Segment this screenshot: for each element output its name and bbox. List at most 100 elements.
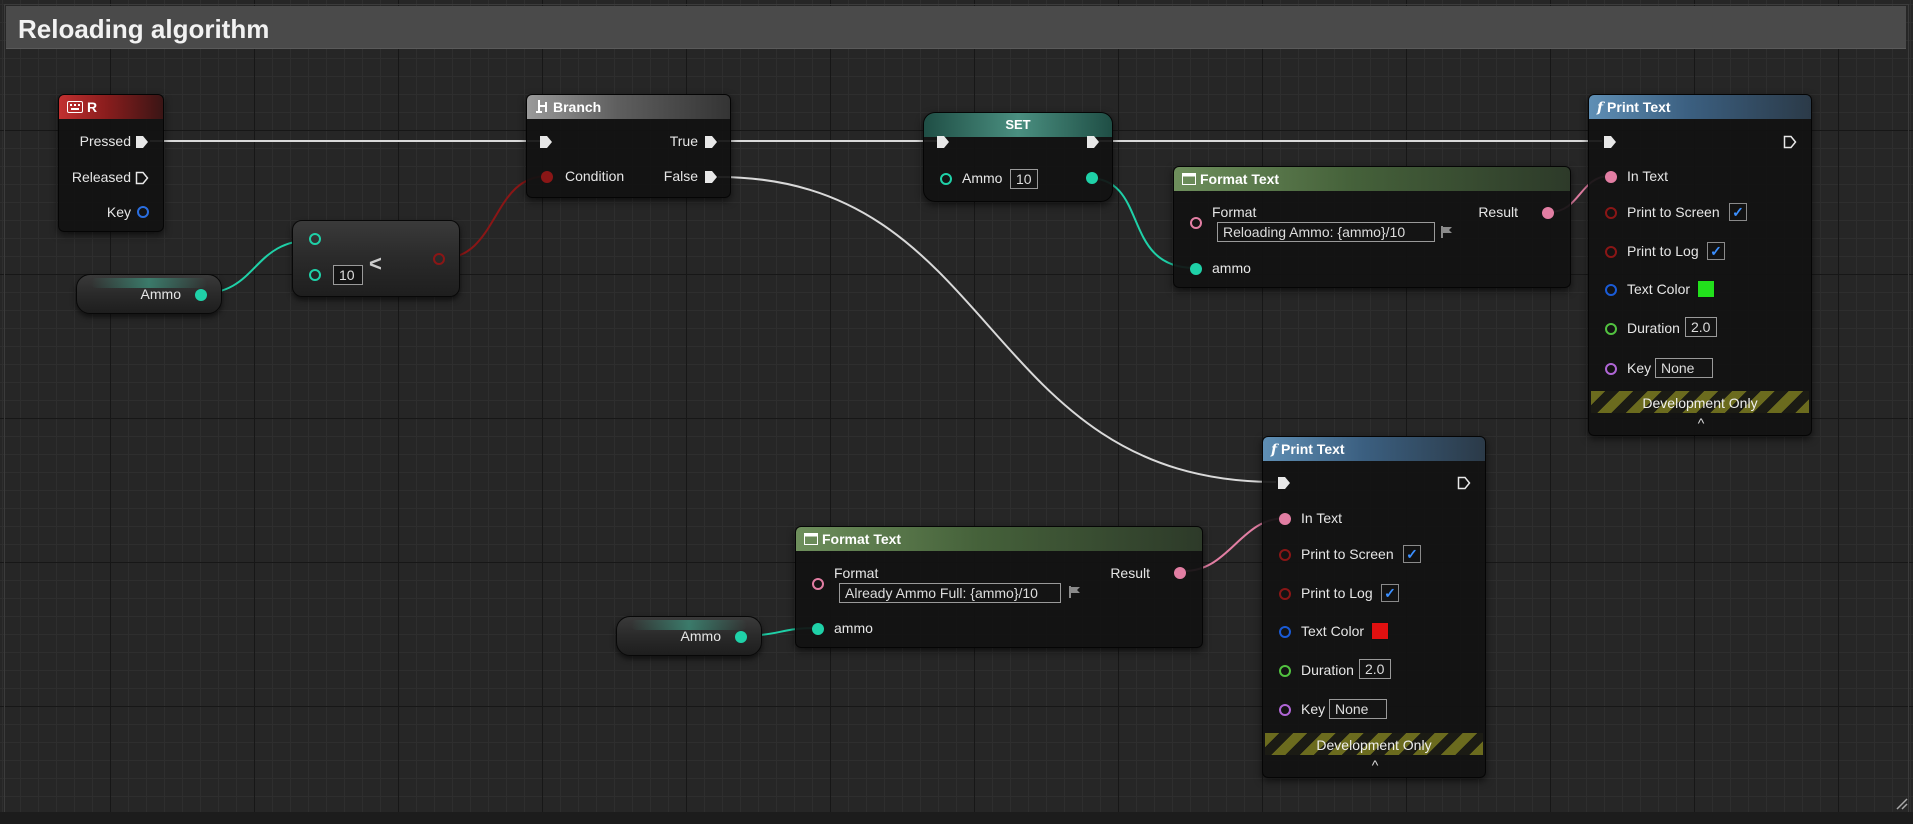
pressed-exec-pin[interactable]: [135, 135, 149, 149]
print-top-exec-in-pin[interactable]: [1603, 135, 1617, 149]
format-top-format-value[interactable]: Reloading Ammo: {ammo}/10: [1217, 222, 1435, 242]
ammo-getter-top[interactable]: Ammo: [76, 274, 222, 314]
print-bottom-screen-pin[interactable]: [1279, 549, 1291, 561]
less-a-pin[interactable]: [309, 233, 321, 245]
print-top-exec-out-pin[interactable]: [1783, 135, 1797, 149]
format-text-icon: [804, 528, 818, 552]
resize-grip-icon[interactable]: [1894, 796, 1908, 810]
true-label: True: [669, 133, 698, 149]
print-top-log-checkbox[interactable]: ✓: [1707, 242, 1725, 260]
print-top-log-pin[interactable]: [1605, 246, 1617, 258]
format-top-format-pin[interactable]: [1190, 217, 1202, 229]
print-top-screen-label: Print to Screen: [1627, 204, 1720, 220]
format-top-result-pin[interactable]: [1542, 207, 1554, 219]
format-top-header[interactable]: Format Text: [1174, 167, 1570, 191]
key-label: Key: [106, 204, 131, 220]
print-bottom-exec-in-pin[interactable]: [1277, 476, 1291, 490]
set-ammo-value[interactable]: 10: [1010, 169, 1038, 189]
print-bottom-log-label: Print to Log: [1301, 585, 1373, 601]
less-b-value[interactable]: 10: [333, 265, 363, 285]
print-bottom-collapse-icon[interactable]: ^: [1365, 757, 1385, 773]
localize-flag-icon[interactable]: [1440, 225, 1454, 239]
set-header[interactable]: SET: [924, 113, 1112, 137]
print-top-dev-label: Development Only: [1642, 395, 1758, 411]
set-ammo-out-pin[interactable]: [1086, 172, 1098, 184]
input-r-title: R: [87, 99, 98, 115]
set-ammo-in-pin[interactable]: [940, 173, 952, 185]
print-bottom-color-swatch[interactable]: [1371, 622, 1389, 640]
set-exec-out-pin[interactable]: [1086, 135, 1100, 149]
print-bottom-log-checkbox[interactable]: ✓: [1381, 584, 1399, 602]
print-bottom-title: Print Text: [1281, 441, 1345, 457]
format-top-title: Format Text: [1200, 171, 1280, 187]
format-text-icon: [1182, 168, 1196, 192]
format-bottom-format-value[interactable]: Already Ammo Full: {ammo}/10: [839, 583, 1061, 603]
false-exec-pin[interactable]: [704, 170, 718, 184]
ammo-getter-bottom-label: Ammo: [680, 628, 721, 644]
print-top-duration-pin[interactable]: [1605, 323, 1617, 335]
ammo-getter-bottom-pin[interactable]: [735, 631, 747, 643]
print-bottom-key-pin[interactable]: [1279, 704, 1291, 716]
less-result-pin[interactable]: [433, 253, 445, 265]
less-than-node[interactable]: 10 <: [292, 220, 460, 297]
print-top-key-value[interactable]: None: [1655, 358, 1713, 378]
released-label: Released: [71, 169, 131, 185]
print-top-collapse-icon[interactable]: ^: [1691, 415, 1711, 431]
localize-flag-icon[interactable]: [1068, 585, 1082, 599]
format-bottom-format-pin[interactable]: [812, 578, 824, 590]
print-top-key-pin[interactable]: [1605, 363, 1617, 375]
set-node[interactable]: SET Ammo 10: [923, 112, 1113, 202]
branch-node[interactable]: Branch Condition True False: [526, 94, 731, 198]
print-top-color-swatch[interactable]: [1697, 280, 1715, 298]
format-bottom-ammo-pin[interactable]: [812, 623, 824, 635]
condition-pin[interactable]: [541, 171, 553, 183]
input-r-header[interactable]: R: [59, 95, 163, 119]
format-bottom-result-pin[interactable]: [1174, 567, 1186, 579]
print-top-color-label: Text Color: [1627, 281, 1691, 297]
bottom-bar: [0, 812, 1913, 824]
print-top-key-label: Key: [1627, 360, 1652, 376]
print-text-node-bottom[interactable]: f Print Text In Text Print to Screen ✓ Pr…: [1262, 436, 1486, 778]
print-top-duration-value[interactable]: 2.0: [1685, 317, 1717, 337]
format-text-node-bottom[interactable]: Format Text Format Already Ammo Full: {a…: [795, 526, 1203, 648]
print-bottom-log-pin[interactable]: [1279, 588, 1291, 600]
print-top-intext-pin[interactable]: [1605, 171, 1617, 183]
format-bottom-header[interactable]: Format Text: [796, 527, 1202, 551]
ammo-getter-pin[interactable]: [195, 289, 207, 301]
ammo-getter-bottom[interactable]: Ammo: [616, 616, 762, 656]
print-top-header[interactable]: f Print Text: [1589, 95, 1811, 119]
print-bottom-intext-label: In Text: [1301, 510, 1342, 526]
print-top-color-pin[interactable]: [1605, 284, 1617, 296]
true-exec-pin[interactable]: [704, 135, 718, 149]
comment-header[interactable]: Reloading algorithm: [6, 6, 1906, 49]
print-top-duration-label: Duration: [1627, 320, 1680, 336]
print-text-node-top[interactable]: f Print Text In Text Print to Screen ✓ Pr…: [1588, 94, 1812, 436]
print-bottom-duration-pin[interactable]: [1279, 665, 1291, 677]
set-exec-in-pin[interactable]: [936, 135, 950, 149]
format-bottom-ammo-label: ammo: [834, 620, 873, 636]
input-r-node[interactable]: R Pressed Released Key: [58, 94, 164, 232]
format-top-format-label: Format: [1212, 204, 1257, 220]
print-bottom-color-pin[interactable]: [1279, 626, 1291, 638]
format-bottom-title: Format Text: [822, 531, 902, 547]
print-bottom-duration-label: Duration: [1301, 662, 1354, 678]
print-bottom-key-label: Key: [1301, 701, 1326, 717]
less-b-pin[interactable]: [309, 269, 321, 281]
print-bottom-screen-checkbox[interactable]: ✓: [1403, 545, 1421, 563]
print-bottom-key-value[interactable]: None: [1329, 699, 1387, 719]
format-text-node-top[interactable]: Format Text Format Reloading Ammo: {ammo…: [1173, 166, 1571, 288]
format-bottom-result-label: Result: [1110, 565, 1150, 581]
comment-title[interactable]: Reloading algorithm: [18, 14, 269, 45]
false-label: False: [663, 168, 698, 184]
print-bottom-header[interactable]: f Print Text: [1263, 437, 1485, 461]
branch-header[interactable]: Branch: [527, 95, 730, 119]
print-bottom-duration-value[interactable]: 2.0: [1359, 659, 1391, 679]
print-top-screen-checkbox[interactable]: ✓: [1729, 203, 1747, 221]
key-pin[interactable]: [137, 206, 149, 218]
print-top-screen-pin[interactable]: [1605, 207, 1617, 219]
branch-exec-in-pin[interactable]: [539, 135, 553, 149]
print-bottom-intext-pin[interactable]: [1279, 513, 1291, 525]
print-bottom-exec-out-pin[interactable]: [1457, 476, 1471, 490]
released-exec-pin[interactable]: [135, 171, 149, 185]
format-top-ammo-pin[interactable]: [1190, 263, 1202, 275]
